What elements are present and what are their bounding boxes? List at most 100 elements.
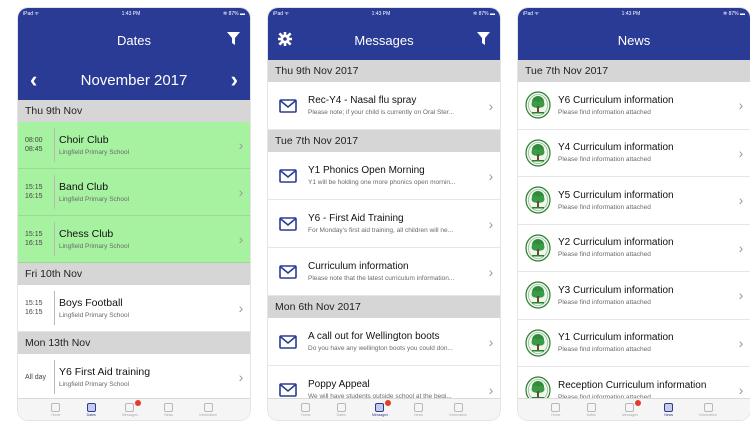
tab-icon	[51, 402, 61, 412]
news-details: Y3 Curriculum information Please find inf…	[558, 285, 732, 306]
next-month-button[interactable]: ›	[231, 69, 238, 91]
event-divider	[54, 128, 55, 162]
event-title: Chess Club	[59, 228, 114, 240]
news-row[interactable]: Reception Curriculum information Please f…	[518, 367, 750, 398]
filter-icon[interactable]	[477, 32, 490, 49]
event-row[interactable]: 15:15 16:15 Chess Club Lingfield Primary Sc…	[18, 216, 250, 263]
date-section-header: Thu 9th Nov	[18, 100, 250, 122]
tab-messages[interactable]: Messages	[122, 399, 141, 417]
event-row[interactable]: 15:15 16:15 Band Club Lingfield Primary Sch…	[18, 169, 250, 216]
tab-information[interactable]: Information	[699, 402, 717, 417]
status-right: ✲ 87% ▬	[723, 11, 745, 17]
tab-home[interactable]: Home	[51, 402, 61, 417]
news-row[interactable]: Y6 Curriculum information Please find inf…	[518, 82, 750, 130]
tab-icon	[125, 402, 135, 412]
status-left: iPad ᯤ	[23, 11, 39, 17]
event-row[interactable]: All day Y6 First Aid training Lingfield Pr…	[18, 354, 250, 398]
chevron-right-icon: ›	[488, 381, 494, 398]
message-row[interactable]: Poppy Appeal We will have students outsid…	[268, 366, 500, 398]
school-crest-icon	[518, 139, 558, 167]
prev-month-button[interactable]: ‹	[30, 69, 37, 91]
chevron-right-icon: ›	[738, 334, 744, 351]
news-details: Y4 Curriculum information Please find inf…	[558, 142, 732, 163]
school-crest-icon	[518, 91, 558, 119]
event-location: Lingfield Primary School	[59, 243, 130, 250]
tab-information[interactable]: Information	[199, 402, 217, 417]
status-time: 1:43 PM	[371, 11, 391, 17]
event-row[interactable]: 08:00 08:45 Choir Club Lingfield Primary Sc…	[18, 122, 250, 169]
tab-label: Information	[699, 412, 717, 417]
tab-home[interactable]: Home	[301, 402, 310, 417]
message-row[interactable]: Curriculum information Please note that t…	[268, 248, 500, 296]
event-start-time: All day	[25, 373, 47, 381]
news-summary: Please find information attached	[558, 203, 651, 211]
message-details: Poppy Appeal We will have students outsid…	[308, 379, 482, 398]
message-title: A call out for Wellington boots	[308, 331, 440, 342]
status-left: iPad ᯤ	[273, 11, 289, 17]
event-title: Band Club	[59, 181, 109, 193]
message-preview: Please note that the latest curriculum i…	[308, 275, 455, 282]
date-section-header: Fri 10th Nov	[18, 263, 250, 285]
gear-icon[interactable]	[277, 31, 293, 49]
news-details: Y2 Curriculum information Please find inf…	[558, 237, 732, 258]
event-row[interactable]: 15:15 16:15 Boys Football Lingfield Primary…	[18, 285, 250, 332]
tab-label: News	[164, 412, 174, 417]
tab-icon	[414, 402, 424, 412]
news-row[interactable]: Y4 Curriculum information Please find inf…	[518, 130, 750, 177]
event-details: Chess Club Lingfield Primary School	[59, 228, 232, 250]
chevron-right-icon: ›	[238, 137, 244, 153]
news-details: Y5 Curriculum information Please find inf…	[558, 190, 732, 211]
tab-home[interactable]: Home	[551, 402, 560, 417]
tab-information[interactable]: Information	[449, 402, 467, 417]
tab-label: Messages	[122, 412, 138, 417]
status-right: ✲ 87% ▬	[473, 11, 495, 17]
chevron-right-icon: ›	[738, 144, 744, 161]
month-label: November 2017	[80, 71, 188, 89]
news-title: Y5 Curriculum information	[558, 189, 674, 201]
message-preview: Do you have any wellington boots you cou…	[308, 345, 453, 352]
tab-messages[interactable]: Messages	[372, 399, 391, 417]
message-row[interactable]: A call out for Wellington boots Do you ha…	[268, 318, 500, 366]
news-summary: Please find information attached	[558, 108, 651, 116]
news-title: Reception Curriculum information	[558, 379, 707, 391]
tab-dates[interactable]: Dates	[87, 402, 96, 417]
event-start-time: 15:15	[25, 184, 43, 191]
app-screenshots: iPad ᯤ 1:43 PM ✲ 87% ▬ Dates ‹ November …	[0, 0, 750, 426]
message-row[interactable]: Y6 - First Aid Training For Monday's firs…	[268, 200, 500, 248]
school-crest-icon	[518, 329, 558, 357]
tab-icon	[375, 402, 385, 412]
message-title: Curriculum information	[308, 261, 409, 272]
tab-dates[interactable]: Dates	[587, 402, 596, 417]
news-row[interactable]: Y3 Curriculum information Please find inf…	[518, 272, 750, 320]
news-row[interactable]: Y5 Curriculum information Please find inf…	[518, 177, 750, 225]
filter-icon[interactable]	[227, 32, 240, 49]
tab-news[interactable]: News	[664, 402, 674, 417]
tab-icon	[336, 402, 346, 412]
news-summary: Please find information attached	[558, 156, 651, 164]
tab-icon	[625, 402, 635, 412]
news-row[interactable]: Y2 Curriculum information Please find inf…	[518, 225, 750, 272]
envelope-icon	[268, 216, 308, 231]
tab-label: News	[664, 412, 674, 417]
event-time: 15:15 16:15	[18, 230, 54, 248]
event-start-time: 15:15	[25, 231, 43, 238]
event-time: 08:00 08:45	[18, 136, 54, 154]
news-title: Y3 Curriculum information	[558, 284, 674, 296]
event-location: Lingfield Primary School	[59, 312, 130, 319]
event-location: Lingfield Primary School	[59, 149, 130, 156]
page-title: Dates	[117, 32, 151, 48]
tab-dates[interactable]: Dates	[336, 402, 346, 417]
event-location: Lingfield Primary School	[59, 381, 130, 388]
messages-screen: iPad ᯤ 1:43 PM ✲ 87% ▬ Messages Thu 9th …	[268, 8, 500, 420]
news-row[interactable]: Y1 Curriculum information Please find inf…	[518, 320, 750, 367]
tab-news[interactable]: News	[164, 402, 174, 417]
tab-news[interactable]: News	[414, 402, 424, 417]
message-row[interactable]: Rec-Y4 - Nasal flu spray Please note; if …	[268, 82, 500, 130]
message-row[interactable]: Y1 Phonics Open Morning Y1 will be holdin…	[268, 152, 500, 200]
status-left: iPad ᯤ	[523, 11, 539, 17]
event-title: Choir Club	[59, 134, 109, 146]
event-end-time: 08:45	[25, 146, 43, 153]
tab-label: News	[414, 412, 424, 417]
message-title: Rec-Y4 - Nasal flu spray	[308, 95, 417, 106]
tab-messages[interactable]: Messages	[622, 399, 641, 417]
